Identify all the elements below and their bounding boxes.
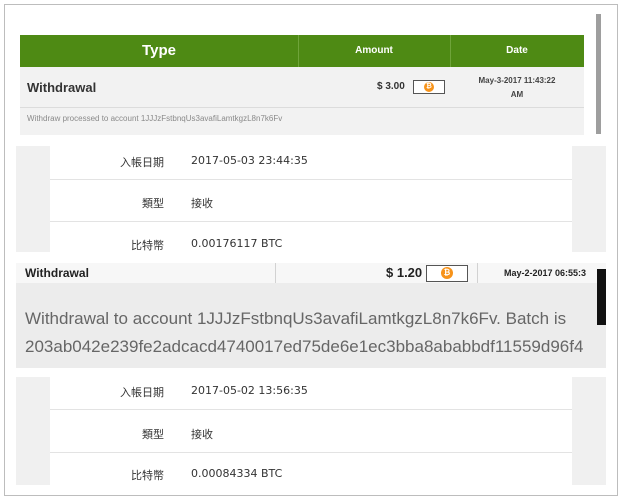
row-amount: $ 3.00 [377, 81, 405, 92]
detail-divider [50, 179, 572, 180]
bitcoin-coin-icon: ₿ [424, 82, 434, 92]
withdrawal-note: Withdraw processed to account 1JJJzFstbn… [27, 114, 283, 123]
detail-label-type: 類型 [142, 428, 164, 441]
detail-divider [50, 221, 572, 222]
detail-value-type: 接收 [191, 428, 213, 441]
withdrawal-message: Withdrawal to account 1JJJzFstbnqUs3avaf… [25, 305, 606, 361]
detail-card: 入帳日期 2017-05-02 13:56:35 類型 接收 比特幣 0.000… [50, 377, 572, 485]
row-date-line2: AM [510, 90, 524, 99]
message-line-1: Withdrawal to account 1JJJzFstbnqUs3avaf… [25, 309, 567, 328]
detail-value-date: 2017-05-02 13:56:35 [191, 384, 308, 397]
scrollbar[interactable] [597, 269, 606, 325]
withdrawal-table-2: Withdrawal $ 1.20 ₿ May-2-2017 06:55:3 W… [16, 263, 606, 368]
row-amount: $ 1.20 [386, 265, 423, 280]
transaction-detail-1: 入帳日期 2017-05-03 23:44:35 類型 接收 比特幣 0.001… [16, 146, 606, 252]
row-type: Withdrawal [27, 80, 97, 95]
detail-value-btc: 0.00176117 BTC [191, 237, 283, 250]
detail-value-btc: 0.00084334 BTC [191, 467, 283, 480]
transaction-detail-2: 入帳日期 2017-05-02 13:56:35 類型 接收 比特幣 0.000… [16, 377, 606, 485]
withdrawal-row-1: Withdrawal $ 3.00 ₿ May-3-2017 11:43:22 … [20, 35, 584, 135]
scrollbar[interactable] [596, 14, 601, 134]
column-separator [275, 263, 276, 283]
coin-box: ₿ [413, 80, 445, 94]
bitcoin-coin-icon: ₿ [441, 267, 453, 279]
row-divider [20, 107, 584, 108]
message-line-2: 203ab042e239fe2adcacd4740017ed75de6e1ec3… [25, 337, 584, 356]
detail-label-btc: 比特幣 [131, 469, 164, 482]
row-date-line1: May-3-2017 11:43:22 [478, 76, 556, 85]
detail-label-date: 入帳日期 [120, 386, 164, 399]
detail-divider [50, 409, 572, 410]
withdrawal-row-2: Withdrawal $ 1.20 ₿ May-2-2017 06:55:3 [16, 263, 606, 283]
detail-value-type: 接收 [191, 197, 213, 210]
detail-divider [50, 452, 572, 453]
column-separator [477, 263, 478, 283]
row-type: Withdrawal [25, 266, 89, 280]
detail-label-btc: 比特幣 [131, 239, 164, 252]
detail-value-date: 2017-05-03 23:44:35 [191, 154, 308, 167]
coin-box: ₿ [426, 265, 468, 282]
row-date: May-3-2017 11:43:22 AM [456, 74, 578, 102]
row-date: May-2-2017 06:55:3 [504, 268, 587, 278]
detail-label-date: 入帳日期 [120, 156, 164, 169]
detail-label-type: 類型 [142, 197, 164, 210]
detail-card: 入帳日期 2017-05-03 23:44:35 類型 接收 比特幣 0.001… [50, 146, 572, 252]
